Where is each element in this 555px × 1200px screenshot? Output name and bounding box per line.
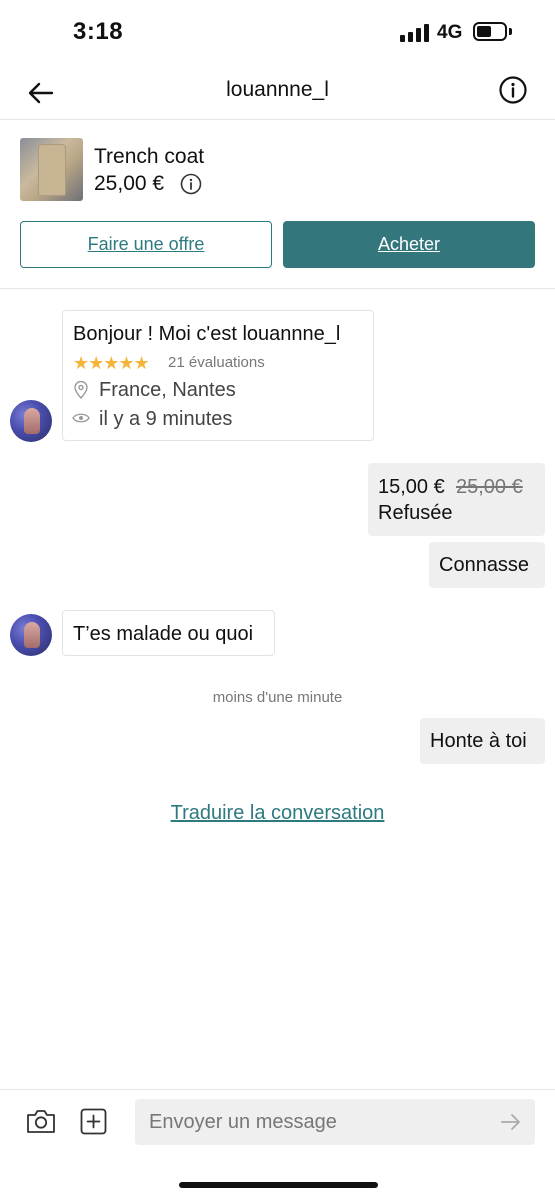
offer-original-price: 25,00 €: [456, 476, 523, 498]
info-circle-icon: [499, 76, 527, 104]
plus-square-icon: [80, 1108, 107, 1135]
status-time: 3:18: [73, 18, 124, 45]
camera-button[interactable]: [25, 1107, 57, 1135]
price-info-button[interactable]: [180, 173, 202, 195]
last-seen-text: il y a 9 minutes: [99, 408, 233, 430]
camera-icon: [27, 1110, 55, 1133]
battery-icon: [473, 22, 507, 41]
offer-new-price: 15,00 €: [378, 476, 445, 498]
message-text: Connasse: [439, 554, 530, 576]
profile-card[interactable]: Bonjour ! Moi c'est louannne_l ★★★★★ 21 …: [62, 310, 374, 441]
item-price: 25,00 €: [94, 172, 165, 195]
info-circle-icon: [180, 173, 202, 195]
outgoing-message[interactable]: Honte à toi: [420, 718, 545, 764]
message-timestamp: moins d'une minute: [212, 689, 343, 706]
eye-icon: [72, 413, 90, 423]
divider: [0, 1089, 555, 1090]
translate-conversation-link[interactable]: Traduire la conversation: [0, 802, 555, 825]
avatar[interactable]: [10, 614, 52, 656]
message-input[interactable]: [135, 1099, 535, 1145]
conversation-info-button[interactable]: [498, 75, 528, 105]
rating-count: 21 évaluations: [168, 354, 265, 371]
offer-status: Refusée: [378, 502, 453, 524]
signal-icon: [400, 24, 430, 42]
make-offer-button[interactable]: Faire une offre: [20, 221, 272, 268]
incoming-message[interactable]: T’es malade ou quoi: [62, 610, 275, 656]
battery-tip: [509, 28, 512, 35]
home-indicator: [179, 1182, 378, 1188]
status-bar: 3:18 4G: [0, 0, 555, 66]
item-thumbnail[interactable]: [20, 138, 83, 201]
send-button[interactable]: [500, 1112, 522, 1132]
buy-button[interactable]: Acheter: [283, 221, 535, 268]
location-text: France, Nantes: [99, 379, 236, 401]
outgoing-message[interactable]: Connasse: [429, 542, 545, 588]
message-text: Honte à toi: [430, 730, 527, 752]
rating-stars: ★★★★★: [73, 353, 150, 373]
message-text: T’es malade ou quoi: [73, 623, 254, 645]
network-label: 4G: [437, 22, 463, 43]
offer-message[interactable]: 15,00 € 25,00 € Refusée: [368, 463, 545, 536]
send-arrow-icon: [501, 1114, 520, 1130]
avatar[interactable]: [10, 400, 52, 442]
item-title[interactable]: Trench coat: [94, 145, 204, 169]
divider: [0, 288, 555, 289]
location-pin-icon: [74, 381, 88, 399]
add-attachment-button[interactable]: [80, 1108, 107, 1135]
conversation-username[interactable]: louannne_l: [0, 78, 555, 102]
chat-header: louannne_l: [0, 66, 555, 120]
profile-greeting: Bonjour ! Moi c'est louannne_l: [73, 323, 341, 345]
